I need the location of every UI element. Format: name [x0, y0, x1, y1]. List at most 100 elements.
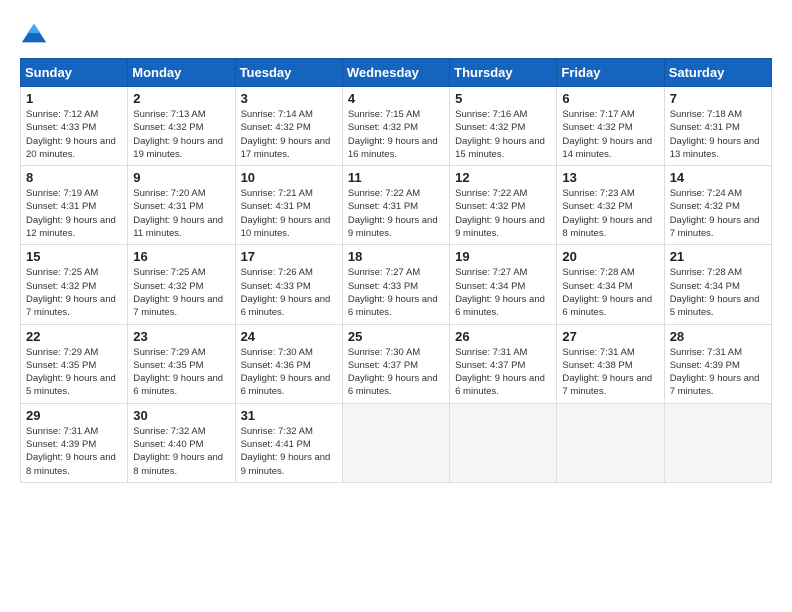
weekday-header-thursday: Thursday [450, 59, 557, 87]
calendar-week-5: 29 Sunrise: 7:31 AMSunset: 4:39 PMDaylig… [21, 403, 772, 482]
logo-icon [20, 20, 48, 48]
calendar-cell: 3 Sunrise: 7:14 AMSunset: 4:32 PMDayligh… [235, 87, 342, 166]
calendar-cell: 29 Sunrise: 7:31 AMSunset: 4:39 PMDaylig… [21, 403, 128, 482]
calendar-cell: 11 Sunrise: 7:22 AMSunset: 4:31 PMDaylig… [342, 166, 449, 245]
day-number: 31 [241, 408, 337, 423]
day-number: 6 [562, 91, 658, 106]
day-number: 15 [26, 249, 122, 264]
calendar-cell: 4 Sunrise: 7:15 AMSunset: 4:32 PMDayligh… [342, 87, 449, 166]
calendar-cell: 9 Sunrise: 7:20 AMSunset: 4:31 PMDayligh… [128, 166, 235, 245]
day-info: Sunrise: 7:15 AMSunset: 4:32 PMDaylight:… [348, 108, 444, 161]
calendar-cell: 10 Sunrise: 7:21 AMSunset: 4:31 PMDaylig… [235, 166, 342, 245]
day-number: 8 [26, 170, 122, 185]
day-info: Sunrise: 7:20 AMSunset: 4:31 PMDaylight:… [133, 187, 229, 240]
day-info: Sunrise: 7:13 AMSunset: 4:32 PMDaylight:… [133, 108, 229, 161]
calendar-cell: 2 Sunrise: 7:13 AMSunset: 4:32 PMDayligh… [128, 87, 235, 166]
calendar-cell: 6 Sunrise: 7:17 AMSunset: 4:32 PMDayligh… [557, 87, 664, 166]
calendar-cell: 23 Sunrise: 7:29 AMSunset: 4:35 PMDaylig… [128, 324, 235, 403]
day-number: 9 [133, 170, 229, 185]
weekday-header-saturday: Saturday [664, 59, 771, 87]
calendar-cell [450, 403, 557, 482]
day-info: Sunrise: 7:12 AMSunset: 4:33 PMDaylight:… [26, 108, 122, 161]
calendar-week-4: 22 Sunrise: 7:29 AMSunset: 4:35 PMDaylig… [21, 324, 772, 403]
calendar-cell: 28 Sunrise: 7:31 AMSunset: 4:39 PMDaylig… [664, 324, 771, 403]
day-number: 5 [455, 91, 551, 106]
calendar-cell: 16 Sunrise: 7:25 AMSunset: 4:32 PMDaylig… [128, 245, 235, 324]
day-info: Sunrise: 7:19 AMSunset: 4:31 PMDaylight:… [26, 187, 122, 240]
calendar-cell: 1 Sunrise: 7:12 AMSunset: 4:33 PMDayligh… [21, 87, 128, 166]
day-number: 3 [241, 91, 337, 106]
day-info: Sunrise: 7:16 AMSunset: 4:32 PMDaylight:… [455, 108, 551, 161]
day-number: 28 [670, 329, 766, 344]
day-info: Sunrise: 7:22 AMSunset: 4:31 PMDaylight:… [348, 187, 444, 240]
calendar-cell: 22 Sunrise: 7:29 AMSunset: 4:35 PMDaylig… [21, 324, 128, 403]
day-number: 19 [455, 249, 551, 264]
day-number: 13 [562, 170, 658, 185]
calendar-table: SundayMondayTuesdayWednesdayThursdayFrid… [20, 58, 772, 483]
weekday-header-tuesday: Tuesday [235, 59, 342, 87]
day-number: 22 [26, 329, 122, 344]
calendar-week-1: 1 Sunrise: 7:12 AMSunset: 4:33 PMDayligh… [21, 87, 772, 166]
day-info: Sunrise: 7:25 AMSunset: 4:32 PMDaylight:… [26, 266, 122, 319]
calendar-cell: 21 Sunrise: 7:28 AMSunset: 4:34 PMDaylig… [664, 245, 771, 324]
day-info: Sunrise: 7:23 AMSunset: 4:32 PMDaylight:… [562, 187, 658, 240]
page-header [20, 20, 772, 48]
calendar-week-3: 15 Sunrise: 7:25 AMSunset: 4:32 PMDaylig… [21, 245, 772, 324]
weekday-header-friday: Friday [557, 59, 664, 87]
calendar-cell: 5 Sunrise: 7:16 AMSunset: 4:32 PMDayligh… [450, 87, 557, 166]
day-info: Sunrise: 7:14 AMSunset: 4:32 PMDaylight:… [241, 108, 337, 161]
day-info: Sunrise: 7:32 AMSunset: 4:40 PMDaylight:… [133, 425, 229, 478]
day-number: 23 [133, 329, 229, 344]
weekday-header-wednesday: Wednesday [342, 59, 449, 87]
calendar-cell: 19 Sunrise: 7:27 AMSunset: 4:34 PMDaylig… [450, 245, 557, 324]
weekday-header-monday: Monday [128, 59, 235, 87]
weekday-header-sunday: Sunday [21, 59, 128, 87]
day-info: Sunrise: 7:18 AMSunset: 4:31 PMDaylight:… [670, 108, 766, 161]
calendar-week-2: 8 Sunrise: 7:19 AMSunset: 4:31 PMDayligh… [21, 166, 772, 245]
day-number: 14 [670, 170, 766, 185]
day-number: 4 [348, 91, 444, 106]
day-number: 7 [670, 91, 766, 106]
day-number: 11 [348, 170, 444, 185]
calendar-cell: 7 Sunrise: 7:18 AMSunset: 4:31 PMDayligh… [664, 87, 771, 166]
day-number: 10 [241, 170, 337, 185]
day-number: 25 [348, 329, 444, 344]
day-info: Sunrise: 7:29 AMSunset: 4:35 PMDaylight:… [26, 346, 122, 399]
day-number: 17 [241, 249, 337, 264]
day-info: Sunrise: 7:31 AMSunset: 4:39 PMDaylight:… [26, 425, 122, 478]
calendar-cell [557, 403, 664, 482]
day-info: Sunrise: 7:25 AMSunset: 4:32 PMDaylight:… [133, 266, 229, 319]
day-number: 16 [133, 249, 229, 264]
calendar-cell: 24 Sunrise: 7:30 AMSunset: 4:36 PMDaylig… [235, 324, 342, 403]
calendar-cell: 31 Sunrise: 7:32 AMSunset: 4:41 PMDaylig… [235, 403, 342, 482]
day-info: Sunrise: 7:22 AMSunset: 4:32 PMDaylight:… [455, 187, 551, 240]
logo [20, 20, 52, 48]
calendar-cell [664, 403, 771, 482]
calendar-cell [342, 403, 449, 482]
calendar-cell: 26 Sunrise: 7:31 AMSunset: 4:37 PMDaylig… [450, 324, 557, 403]
calendar-cell: 27 Sunrise: 7:31 AMSunset: 4:38 PMDaylig… [557, 324, 664, 403]
day-number: 21 [670, 249, 766, 264]
calendar-cell: 30 Sunrise: 7:32 AMSunset: 4:40 PMDaylig… [128, 403, 235, 482]
calendar-cell: 15 Sunrise: 7:25 AMSunset: 4:32 PMDaylig… [21, 245, 128, 324]
day-info: Sunrise: 7:24 AMSunset: 4:32 PMDaylight:… [670, 187, 766, 240]
day-number: 2 [133, 91, 229, 106]
calendar-cell: 25 Sunrise: 7:30 AMSunset: 4:37 PMDaylig… [342, 324, 449, 403]
day-info: Sunrise: 7:29 AMSunset: 4:35 PMDaylight:… [133, 346, 229, 399]
day-number: 27 [562, 329, 658, 344]
calendar-cell: 14 Sunrise: 7:24 AMSunset: 4:32 PMDaylig… [664, 166, 771, 245]
day-info: Sunrise: 7:31 AMSunset: 4:39 PMDaylight:… [670, 346, 766, 399]
day-info: Sunrise: 7:31 AMSunset: 4:38 PMDaylight:… [562, 346, 658, 399]
day-number: 12 [455, 170, 551, 185]
calendar-cell: 17 Sunrise: 7:26 AMSunset: 4:33 PMDaylig… [235, 245, 342, 324]
day-info: Sunrise: 7:30 AMSunset: 4:36 PMDaylight:… [241, 346, 337, 399]
day-number: 24 [241, 329, 337, 344]
day-info: Sunrise: 7:32 AMSunset: 4:41 PMDaylight:… [241, 425, 337, 478]
calendar-header-row: SundayMondayTuesdayWednesdayThursdayFrid… [21, 59, 772, 87]
day-info: Sunrise: 7:26 AMSunset: 4:33 PMDaylight:… [241, 266, 337, 319]
day-info: Sunrise: 7:28 AMSunset: 4:34 PMDaylight:… [562, 266, 658, 319]
calendar-cell: 8 Sunrise: 7:19 AMSunset: 4:31 PMDayligh… [21, 166, 128, 245]
day-number: 20 [562, 249, 658, 264]
day-number: 29 [26, 408, 122, 423]
calendar-cell: 18 Sunrise: 7:27 AMSunset: 4:33 PMDaylig… [342, 245, 449, 324]
